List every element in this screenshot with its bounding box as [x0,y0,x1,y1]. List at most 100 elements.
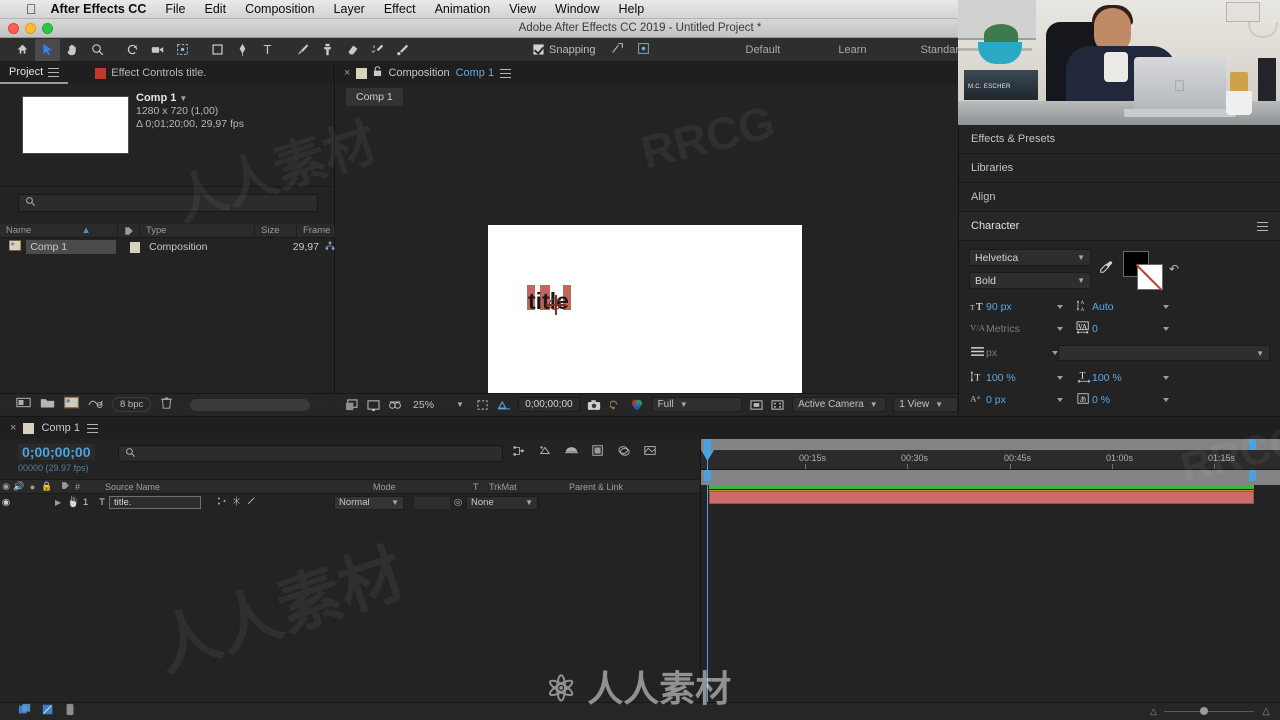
toggle-switches-icon[interactable] [18,703,32,720]
delete-icon[interactable] [160,396,173,414]
layer-trkmat-select[interactable] [414,496,450,509]
column-header-frame-rate[interactable]: Frame Ra... [297,223,335,238]
chevron-down-icon[interactable]: ▼ [1077,276,1085,285]
timeline-panel-menu-icon[interactable] [86,423,98,433]
project-footer-scrollbar[interactable] [190,398,311,411]
show-snapshot-icon[interactable] [608,398,623,412]
chevron-down-icon[interactable]: ▼ [525,498,533,507]
rotation-tool-icon[interactable] [120,39,145,61]
parent-pickwhip-icon[interactable]: ◎ [450,497,466,508]
column-header-name[interactable]: Name ▲ [0,223,118,238]
close-icon[interactable]: × [344,67,350,79]
layer-blend-mode-select[interactable]: Normal ▼ [334,495,404,510]
tab-effect-controls[interactable]: Effect Controls title. [86,62,215,84]
apple-icon[interactable]:  [26,2,37,16]
accordion-effects-presets[interactable]: Effects & Presets [959,125,1280,154]
interpret-footage-icon[interactable] [16,396,31,414]
chevron-down-icon[interactable]: ▼ [935,400,943,409]
project-settings-icon[interactable] [88,396,103,414]
font-family-select[interactable]: Helvetica ▼ [969,249,1091,266]
zoom-in-icon[interactable]: △ [1262,706,1270,717]
vertical-scale-field[interactable]: 100 % [986,372,1063,384]
stroke-style-select[interactable]: ▼ [1058,345,1270,361]
tracking-field[interactable]: 0 [1092,323,1169,335]
brush-tool-icon[interactable] [290,39,315,61]
stroke-color-swatch[interactable] [1137,264,1163,290]
composition-panel-menu-icon[interactable] [500,68,512,78]
comp-row-label-swatch[interactable] [129,241,140,253]
menu-item-effect[interactable]: Effect [384,2,416,16]
zoom-level-select[interactable]: 25% ▼ [413,399,464,411]
chevron-down-icon[interactable]: ▼ [456,400,464,409]
font-style-select[interactable]: Bold ▼ [969,272,1091,289]
stroke-width-field[interactable]: px [986,347,1058,359]
toggle-modes-icon[interactable] [41,703,55,720]
shy-icon[interactable] [512,444,526,462]
zoom-tool-icon[interactable] [85,39,110,61]
puppet-tool-icon[interactable] [390,39,415,61]
grid-guides-icon[interactable] [497,398,512,412]
type-tool-icon[interactable]: T [255,39,280,61]
timeline-graph-area[interactable]: 00:15s 00:30s 00:45s 01:00s 01:15s [700,439,1280,720]
enable-frame-blending-icon[interactable] [538,444,552,462]
tsume-field[interactable]: 0 % [1092,394,1169,406]
selection-tool-icon[interactable] [35,38,60,61]
toggle-transparency-grid-icon[interactable] [344,398,359,412]
pen-tool-icon[interactable] [230,39,255,61]
color-swatches[interactable] [1123,251,1167,290]
bit-depth-button[interactable]: 8 bpc [112,397,152,412]
layer-switches[interactable] [217,496,256,509]
chevron-down-icon[interactable]: ▼ [391,498,399,507]
character-panel-menu-icon[interactable] [1257,221,1268,231]
project-search-input[interactable] [18,194,318,212]
work-area-start-handle[interactable] [704,439,711,450]
close-icon[interactable]: × [10,422,16,434]
channels-icon[interactable] [630,398,645,412]
menu-item-view[interactable]: View [509,2,536,16]
hand-tool-icon[interactable] [60,39,85,61]
quality-icon[interactable] [232,496,241,509]
snapping-checkbox[interactable] [533,44,544,55]
camera-tool-icon[interactable] [145,39,170,61]
comp-viewer-subtab[interactable]: Comp 1 [346,88,403,106]
timeline-tab-label[interactable]: Comp 1 [41,422,80,434]
clone-stamp-tool-icon[interactable] [315,39,340,61]
chevron-down-icon[interactable] [1163,376,1169,380]
comp-row-name[interactable]: Comp 1 [26,240,117,254]
menu-item-after-effects[interactable]: After Effects CC [51,2,147,16]
menu-item-help[interactable]: Help [619,2,645,16]
chevron-down-icon[interactable] [1057,398,1063,402]
accordion-libraries[interactable]: Libraries [959,154,1280,183]
pan-behind-tool-icon[interactable] [170,39,195,61]
layer-duration-bar[interactable] [709,491,1254,504]
layer-parent-select[interactable]: None ▼ [466,495,538,510]
accordion-character[interactable]: Character [959,212,1280,241]
leading-field[interactable]: Auto [1092,301,1169,313]
roto-brush-tool-icon[interactable] [365,39,390,61]
chevron-down-icon[interactable]: ▼ [179,94,187,103]
work-area-end-handle[interactable] [1249,439,1256,450]
frame-render-time-icon[interactable] [64,703,76,720]
table-row[interactable]: Comp 1 Composition 29,97 [0,239,335,255]
anchor-point-icon[interactable] [546,295,566,315]
resolution-select[interactable]: Full ▼ [651,397,742,412]
home-icon[interactable] [10,39,35,61]
3d-icon[interactable] [643,444,657,462]
zoom-slider-knob[interactable] [1200,707,1208,715]
graph-editor-icon[interactable] [591,444,605,462]
snapshot-icon[interactable] [587,398,602,412]
time-ruler[interactable]: 00:15s 00:30s 00:45s 01:00s 01:15s [701,450,1280,470]
snapping-control[interactable]: Snapping [533,42,650,58]
horizontal-scale-field[interactable]: 100 % [1092,372,1169,384]
font-size-field[interactable]: 90 px [986,301,1063,313]
layer-visibility-toggle[interactable]: ◉ [0,497,12,508]
menu-item-composition[interactable]: Composition [245,2,314,16]
column-header-size[interactable]: Size [255,223,297,238]
menu-item-window[interactable]: Window [555,2,599,16]
chevron-down-icon[interactable] [1057,376,1063,380]
effects-toggle-icon[interactable] [246,496,256,509]
camera-view-select[interactable]: Active Camera ▼ [792,397,887,412]
menu-item-layer[interactable]: Layer [334,2,365,16]
kerning-field[interactable]: Metrics [986,323,1063,335]
column-header-label-icon[interactable] [118,223,140,238]
